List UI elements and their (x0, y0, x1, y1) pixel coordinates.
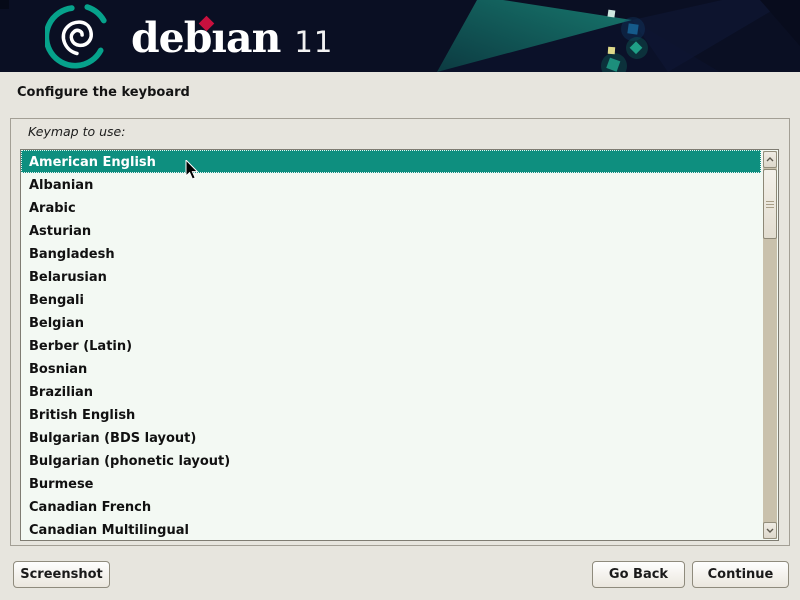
list-item[interactable]: Bosnian (21, 357, 761, 380)
scroll-up-button[interactable] (763, 151, 777, 168)
keymap-listbox: American EnglishAlbanianArabicAsturianBa… (20, 149, 779, 541)
list-item[interactable]: Belarusian (21, 265, 761, 288)
page-title: Configure the keyboard (17, 85, 190, 100)
list-item[interactable]: British English (21, 403, 761, 426)
chevron-down-icon (766, 528, 774, 533)
list-item[interactable]: Bulgarian (BDS layout) (21, 426, 761, 449)
mouse-cursor-icon (185, 160, 199, 180)
keymap-label: Keymap to use: (28, 124, 125, 139)
keymap-list: American EnglishAlbanianArabicAsturianBa… (21, 150, 761, 540)
list-item[interactable]: Burmese (21, 472, 761, 495)
continue-button[interactable]: Continue (692, 561, 789, 588)
chevron-up-icon (766, 157, 774, 162)
content-frame: Keymap to use: American EnglishAlbanianA… (10, 118, 790, 546)
list-item[interactable]: Bengali (21, 288, 761, 311)
scrollbar[interactable] (763, 151, 777, 539)
list-item[interactable]: Albanian (21, 173, 761, 196)
screenshot-button[interactable]: Screenshot (13, 561, 110, 588)
list-item[interactable]: Asturian (21, 219, 761, 242)
list-item[interactable]: Berber (Latin) (21, 334, 761, 357)
thumb-grip (766, 201, 774, 202)
list-item[interactable]: Bangladesh (21, 242, 761, 265)
list-item[interactable]: American English (21, 150, 761, 173)
list-item[interactable]: Bulgarian (phonetic layout) (21, 449, 761, 472)
installer-window: debıan 11 Configure the keyboard Keymap … (0, 0, 800, 600)
list-item[interactable]: Canadian Multilingual (21, 518, 761, 541)
header-decoration (0, 0, 800, 72)
brand-name: debıan (131, 16, 280, 60)
list-item[interactable]: Canadian French (21, 495, 761, 518)
list-item[interactable]: Belgian (21, 311, 761, 334)
debian-swirl-icon (45, 4, 111, 70)
thumb-grip (766, 204, 774, 205)
scrollbar-thumb[interactable] (763, 169, 777, 239)
header-banner: debıan 11 (0, 0, 800, 72)
list-item[interactable]: Brazilian (21, 380, 761, 403)
brand-version: 11 (294, 25, 333, 59)
scroll-down-button[interactable] (763, 522, 777, 539)
go-back-button[interactable]: Go Back (592, 561, 685, 588)
list-item[interactable]: Arabic (21, 196, 761, 219)
brand-wordmark: debıan 11 (131, 16, 333, 62)
thumb-grip (766, 207, 774, 208)
